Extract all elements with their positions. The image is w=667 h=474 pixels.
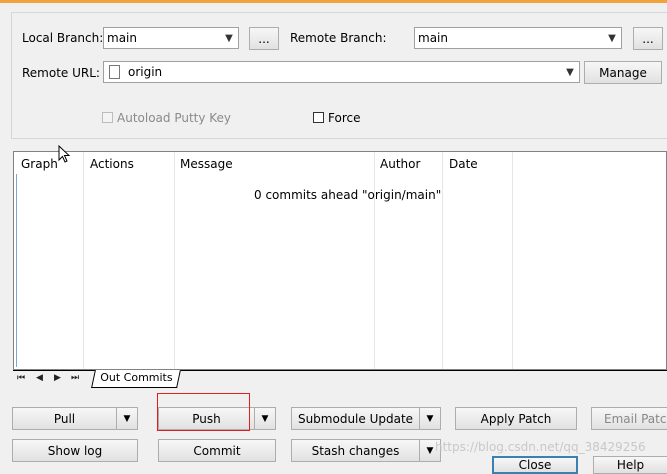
last-tab-icon[interactable]: ⏭ — [71, 373, 79, 383]
local-branch-browse-button[interactable]: ... — [249, 27, 279, 50]
pull-button[interactable]: Pull — [13, 408, 116, 429]
chevron-down-icon: ▼ — [608, 32, 616, 44]
force-checkbox[interactable] — [313, 112, 324, 123]
chevron-down-icon[interactable]: ▼ — [254, 408, 275, 429]
force-label: Force — [328, 111, 361, 125]
remote-branch-browse-button[interactable]: ... — [633, 27, 663, 50]
chevron-down-icon[interactable]: ▼ — [116, 408, 137, 429]
commits-status-message: 0 commits ahead "origin/main" — [254, 188, 442, 202]
document-icon — [109, 65, 120, 79]
out-commits-grid[interactable]: Graph Actions Message Author Date 0 comm… — [13, 151, 667, 370]
email-patch-button[interactable]: Email Patch — [591, 407, 667, 430]
remote-url-value: origin — [128, 65, 163, 79]
date-column — [442, 152, 513, 369]
watermark-text: https://blog.csdn.net/qq_38429256 — [435, 440, 646, 454]
column-header-actions[interactable]: Actions — [90, 157, 134, 171]
submodule-update-button[interactable]: Submodule Update — [292, 408, 419, 429]
remote-branch-value: main — [418, 31, 448, 45]
next-tab-icon[interactable]: ▶ — [54, 373, 61, 383]
column-header-date[interactable]: Date — [449, 157, 478, 171]
column-header-graph[interactable]: Graph — [21, 157, 58, 171]
autoload-putty-key-label: Autoload Putty Key — [117, 111, 232, 125]
commit-button[interactable]: Commit — [158, 439, 276, 462]
local-branch-label: Local Branch: — [22, 31, 104, 45]
chevron-down-icon: ▼ — [225, 32, 233, 44]
tab-out-commits[interactable]: Out Commits — [91, 370, 182, 388]
close-button[interactable]: Close — [492, 456, 578, 474]
previous-tab-icon[interactable]: ◀ — [36, 373, 43, 383]
author-column — [374, 152, 443, 369]
local-branch-value: main — [107, 31, 137, 45]
first-tab-icon[interactable]: ⏮ — [17, 373, 25, 383]
manage-button[interactable]: Manage — [584, 61, 662, 84]
push-highlight-annotation — [157, 393, 250, 431]
pull-split-button[interactable]: Pull ▼ — [12, 407, 138, 430]
remote-branch-label: Remote Branch: — [290, 31, 387, 45]
chevron-down-icon: ▼ — [566, 66, 574, 78]
graph-line — [16, 174, 17, 367]
local-branch-combo[interactable]: main ▼ — [103, 27, 239, 49]
remote-branch-combo[interactable]: main ▼ — [414, 27, 622, 49]
window-accent-bar — [0, 0, 667, 3]
chevron-down-icon[interactable]: ▼ — [419, 408, 440, 429]
graph-column — [14, 152, 84, 369]
apply-patch-button[interactable]: Apply Patch — [455, 407, 577, 430]
remote-url-combo[interactable]: origin ▼ — [103, 61, 580, 83]
remote-url-label: Remote URL: — [22, 66, 100, 80]
autoload-putty-key-checkbox[interactable] — [102, 112, 113, 123]
tab-out-commits-label: Out Commits — [100, 371, 173, 384]
show-log-button[interactable]: Show log — [12, 439, 138, 462]
stash-changes-button[interactable]: Stash changes — [292, 440, 419, 461]
help-button[interactable]: Help — [593, 456, 667, 474]
message-column — [174, 152, 375, 369]
stash-changes-split-button[interactable]: Stash changes ▼ — [291, 439, 441, 462]
mouse-pointer-icon — [58, 145, 71, 163]
submodule-update-split-button[interactable]: Submodule Update ▼ — [291, 407, 441, 430]
tab-strip: ⏮ ◀ ▶ ⏭ Out Commits — [13, 370, 667, 388]
column-header-message[interactable]: Message — [180, 157, 233, 171]
column-header-author[interactable]: Author — [380, 157, 420, 171]
actions-column — [83, 152, 175, 369]
